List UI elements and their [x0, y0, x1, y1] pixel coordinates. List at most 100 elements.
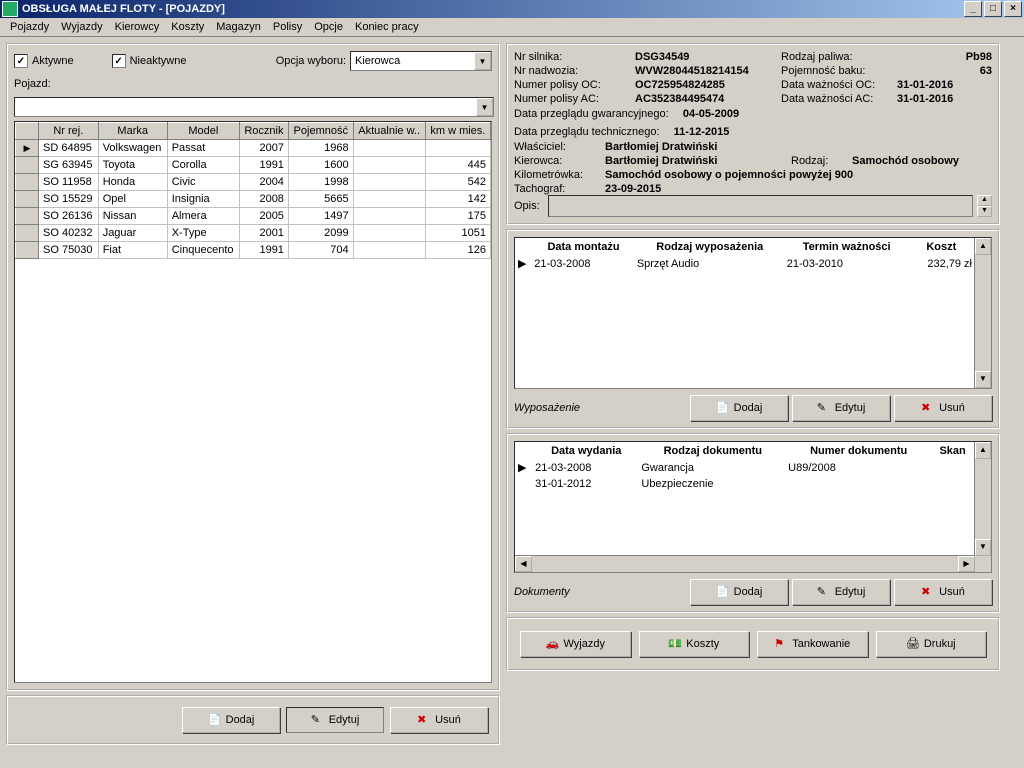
opcja-wyboru-combo[interactable]: Kierowca ▼	[350, 51, 492, 71]
wyjazdy-button[interactable]: 🚗Wyjazdy	[520, 631, 631, 657]
vehicles-grid[interactable]: Nr rej. Marka Model Rocznik Pojemność Ak…	[14, 121, 492, 683]
data-oc-value: 31-01-2016	[897, 79, 992, 91]
cell: 1497	[288, 208, 353, 225]
menu-polisy[interactable]: Polisy	[267, 20, 308, 34]
table-row[interactable]: SO 26136NissanAlmera20051497175	[16, 208, 491, 225]
scrollbar-horizontal[interactable]: ◀▶	[515, 555, 975, 572]
equipment-usun-button[interactable]: ✖Usuń	[894, 395, 992, 421]
menu-koszty[interactable]: Koszty	[165, 20, 210, 34]
opis-spinner[interactable]: ▲▼	[977, 195, 992, 217]
print-icon: 🖨	[906, 637, 920, 651]
chevron-up-icon[interactable]: ▲	[975, 238, 991, 255]
cell: 2004	[239, 174, 288, 191]
tankowanie-button[interactable]: ⚑Tankowanie	[757, 631, 868, 657]
row-marker	[16, 191, 39, 208]
equipment-dodaj-button[interactable]: 📄Dodaj	[690, 395, 788, 421]
scrollbar-vertical[interactable]: ▲▼	[974, 442, 991, 572]
col-termin[interactable]: Termin ważności	[786, 240, 908, 254]
nr-nadwozia-value: WVW28044518214154	[635, 65, 775, 77]
table-row[interactable]: ▶21-03-2008GwarancjaU89/2008	[517, 460, 973, 475]
vehicle-edytuj-button[interactable]: ✎Edytuj	[286, 707, 384, 733]
cell: Fiat	[98, 242, 167, 259]
cell: 175	[425, 208, 490, 225]
col-numer-dok[interactable]: Numer dokumentu	[787, 444, 930, 458]
table-row[interactable]: 31-01-2012Ubezpieczenie	[517, 477, 973, 491]
table-row[interactable]: ▶21-03-2008Sprzęt Audio21-03-2010232,79 …	[517, 256, 973, 271]
col-nrrej[interactable]: Nr rej.	[39, 123, 99, 140]
col-rodzaj-dok[interactable]: Rodzaj dokumentu	[640, 444, 785, 458]
cell: Volkswagen	[98, 140, 167, 157]
documents-edytuj-button[interactable]: ✎Edytuj	[792, 579, 890, 605]
pojazd-label: Pojazd:	[14, 78, 51, 90]
table-row[interactable]: SO 75030FiatCinquecento1991704126	[16, 242, 491, 259]
menu-koniec[interactable]: Koniec pracy	[349, 20, 425, 34]
cell: SO 40232	[39, 225, 99, 242]
chevron-down-icon[interactable]: ▼	[975, 539, 991, 556]
table-row[interactable]: SO 40232JaguarX-Type200120991051	[16, 225, 491, 242]
scrollbar-vertical[interactable]: ▲▼	[974, 238, 991, 388]
maximize-button[interactable]: □	[984, 1, 1002, 17]
cell: 2005	[239, 208, 288, 225]
col-rodzaj-wyp[interactable]: Rodzaj wyposażenia	[636, 240, 784, 254]
opcja-wyboru-label: Opcja wyboru:	[276, 55, 346, 67]
vehicle-dodaj-button[interactable]: 📄Dodaj	[182, 707, 280, 733]
equipment-edytuj-button[interactable]: ✎Edytuj	[792, 395, 890, 421]
cell: Civic	[167, 174, 239, 191]
menu-magazyn[interactable]: Magazyn	[210, 20, 267, 34]
edit-icon: ✎	[817, 401, 831, 415]
col-data-montazu[interactable]: Data montażu	[533, 240, 634, 254]
menu-kierowcy[interactable]: Kierowcy	[109, 20, 166, 34]
cell: 21-03-2008	[533, 256, 634, 271]
chevron-down-icon[interactable]: ▼	[977, 206, 992, 217]
chevron-down-icon[interactable]: ▼	[476, 98, 493, 116]
chevron-right-icon[interactable]: ▶	[958, 556, 975, 572]
pojazd-combo[interactable]: ▼	[14, 97, 494, 117]
chevron-down-icon[interactable]: ▼	[474, 52, 491, 70]
money-icon: 💵	[668, 637, 682, 651]
row-marker	[16, 174, 39, 191]
menu-wyjazdy[interactable]: Wyjazdy	[55, 20, 108, 34]
cell	[787, 477, 930, 491]
documents-usun-button[interactable]: ✖Usuń	[894, 579, 992, 605]
nieaktywne-checkbox[interactable]: ✓	[112, 54, 126, 68]
col-marka[interactable]: Marka	[98, 123, 167, 140]
col-model[interactable]: Model	[167, 123, 239, 140]
przeg-gwar-value: 04-05-2009	[683, 108, 739, 120]
minimize-button[interactable]: _	[964, 1, 982, 17]
chevron-down-icon[interactable]: ▼	[975, 371, 991, 388]
add-icon: 📄	[716, 401, 730, 415]
documents-dodaj-button[interactable]: 📄Dodaj	[690, 579, 788, 605]
chevron-left-icon[interactable]: ◀	[515, 556, 532, 572]
col-koszt[interactable]: Koszt	[910, 240, 973, 254]
col-skan[interactable]: Skan	[932, 444, 973, 458]
aktywne-checkbox[interactable]: ✓	[14, 54, 28, 68]
koszty-button[interactable]: 💵Koszty	[639, 631, 750, 657]
cell: 21-03-2010	[786, 256, 908, 271]
cell: SD 64895	[39, 140, 99, 157]
table-row[interactable]: SO 15529OpelInsignia20085665142	[16, 191, 491, 208]
documents-grid[interactable]: Data wydania Rodzaj dokumentu Numer doku…	[514, 441, 992, 573]
col-kmwmies[interactable]: km w mies.	[425, 123, 490, 140]
col-data-wydania[interactable]: Data wydania	[534, 444, 638, 458]
equipment-grid[interactable]: Data montażu Rodzaj wyposażenia Termin w…	[514, 237, 992, 389]
przeg-gwar-label: Data przeglądu gwarancyjnego:	[514, 108, 669, 120]
cell: Ubezpieczenie	[640, 477, 785, 491]
table-row[interactable]: ▶SD 64895VolkswagenPassat20071968	[16, 140, 491, 157]
numer-oc-value: OC725954824285	[635, 79, 775, 91]
cell: Cinquecento	[167, 242, 239, 259]
col-pojemnosc[interactable]: Pojemność	[288, 123, 353, 140]
menu-pojazdy[interactable]: Pojazdy	[4, 20, 55, 34]
vehicle-usun-button[interactable]: ✖Usuń	[390, 707, 488, 733]
menu-opcje[interactable]: Opcje	[308, 20, 349, 34]
chevron-up-icon[interactable]: ▲	[977, 195, 992, 206]
nr-silnika-value: DSG34549	[635, 51, 775, 63]
close-button[interactable]: ×	[1004, 1, 1022, 17]
col-rocznik[interactable]: Rocznik	[239, 123, 288, 140]
col-aktualnie[interactable]: Aktualnie w..	[353, 123, 425, 140]
drukuj-button[interactable]: 🖨Drukuj	[876, 631, 987, 657]
cell	[353, 225, 425, 242]
table-row[interactable]: SO 11958HondaCivic20041998542	[16, 174, 491, 191]
opis-field[interactable]	[548, 195, 973, 217]
table-row[interactable]: SG 63945ToyotaCorolla19911600445	[16, 157, 491, 174]
chevron-up-icon[interactable]: ▲	[975, 442, 991, 459]
